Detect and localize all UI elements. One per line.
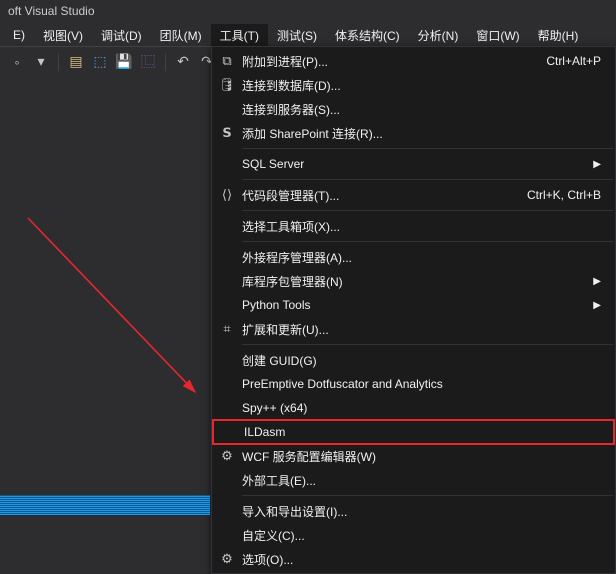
menu-item-2[interactable]: 调试(D) xyxy=(92,24,151,47)
menu-entry-label: 连接到数据库(D)... xyxy=(242,77,601,94)
menu-item-1[interactable]: 视图(V) xyxy=(34,24,92,47)
menu-entry[interactable]: ILDasm xyxy=(212,419,615,445)
menu-item-3[interactable]: 团队(M) xyxy=(151,24,211,47)
menu-entry-label: WCF 服务配置编辑器(W) xyxy=(242,448,601,465)
menu-entry-icon: ⚙ xyxy=(212,551,242,567)
menu-item-6[interactable]: 体系结构(C) xyxy=(326,24,409,47)
menu-entry-label: 连接到服务器(S)... xyxy=(242,101,601,118)
menu-entry-label: PreEmptive Dotfuscator and Analytics xyxy=(242,377,601,391)
menu-entry[interactable]: Spy++ (x64) xyxy=(212,396,615,420)
menu-entry[interactable]: 库程序包管理器(N) ▶ xyxy=(212,269,615,293)
menu-entry[interactable]: 创建 GUID(G) xyxy=(212,348,615,372)
menu-separator xyxy=(242,241,613,242)
menu-entry[interactable]: ⌗扩展和更新(U)... xyxy=(212,317,615,341)
menu-separator xyxy=(242,179,613,180)
menu-item-8[interactable]: 窗口(W) xyxy=(467,24,528,47)
menu-entry[interactable]: 𝗦添加 SharePoint 连接(R)... xyxy=(212,121,615,145)
menu-separator xyxy=(242,148,613,149)
menu-entry[interactable]: 外部工具(E)... xyxy=(212,468,615,492)
menu-entry[interactable]: 外接程序管理器(A)... xyxy=(212,245,615,269)
menu-entry-icon: ⟨⟩ xyxy=(212,187,242,203)
menu-item-5[interactable]: 测试(S) xyxy=(268,24,326,47)
menu-entry-label: Python Tools xyxy=(242,298,585,312)
menu-entry[interactable]: SQL Server ▶ xyxy=(212,152,615,176)
menu-entry[interactable]: 选择工具箱项(X)... xyxy=(212,214,615,238)
menu-entry-label: 创建 GUID(G) xyxy=(242,352,601,369)
menu-separator xyxy=(242,344,613,345)
save-all-button[interactable]: ⿺ xyxy=(137,51,159,73)
menu-entry-label: 选项(O)... xyxy=(242,551,601,568)
menu-bar: E)视图(V)调试(D)团队(M)工具(T)测试(S)体系结构(C)分析(N)窗… xyxy=(0,24,616,46)
open-button[interactable]: ⬚ xyxy=(89,51,111,73)
menu-item-9[interactable]: 帮助(H) xyxy=(529,24,588,47)
menu-entry-label: 外接程序管理器(A)... xyxy=(242,249,601,266)
title-bar: oft Visual Studio xyxy=(0,0,616,24)
menu-entry[interactable]: 🛢连接到数据库(D)... xyxy=(212,73,615,97)
menu-entry-icon: ⧉ xyxy=(212,53,242,69)
nav-back-button[interactable]: ◦ xyxy=(6,51,28,73)
save-button[interactable]: 💾 xyxy=(113,51,135,73)
menu-entry-label: Spy++ (x64) xyxy=(242,401,601,415)
menu-entry-icon: ⌗ xyxy=(212,321,242,337)
menu-entry[interactable]: ⟨⟩代码段管理器(T)... Ctrl+K, Ctrl+B xyxy=(212,183,615,207)
new-button[interactable]: ▤ xyxy=(65,51,87,73)
menu-entry[interactable]: ⧉附加到进程(P)... Ctrl+Alt+P xyxy=(212,49,615,73)
menu-entry-label: 扩展和更新(U)... xyxy=(242,321,601,338)
menu-entry-shortcut: Ctrl+K, Ctrl+B xyxy=(527,188,601,202)
menu-entry-label: 代码段管理器(T)... xyxy=(242,187,503,204)
menu-entry-label: 外部工具(E)... xyxy=(242,472,601,489)
menu-entry-label: 添加 SharePoint 连接(R)... xyxy=(242,125,601,142)
app-title: oft Visual Studio xyxy=(8,4,95,18)
menu-entry[interactable]: ⚙选项(O)... xyxy=(212,547,615,571)
menu-entry-label: 附加到进程(P)... xyxy=(242,53,522,70)
menu-item-7[interactable]: 分析(N) xyxy=(409,24,468,47)
menu-entry-label: 选择工具箱项(X)... xyxy=(242,218,601,235)
menu-entry[interactable]: Python Tools ▶ xyxy=(212,293,615,317)
nav-fwd-button[interactable]: ▾ xyxy=(30,51,52,73)
submenu-arrow-icon: ▶ xyxy=(593,159,601,170)
menu-entry-label: 库程序包管理器(N) xyxy=(242,273,585,290)
menu-entry-label: 导入和导出设置(I)... xyxy=(242,503,601,520)
undo-button[interactable]: ↶ xyxy=(172,51,194,73)
submenu-arrow-icon: ▶ xyxy=(593,276,601,287)
menu-entry[interactable]: PreEmptive Dotfuscator and Analytics xyxy=(212,372,615,396)
menu-entry[interactable]: ⚙WCF 服务配置编辑器(W) xyxy=(212,444,615,468)
menu-entry-label: SQL Server xyxy=(242,157,585,171)
menu-entry-label: ILDasm xyxy=(244,425,599,439)
menu-item-4[interactable]: 工具(T) xyxy=(211,24,268,47)
menu-item-0[interactable]: E) xyxy=(4,25,34,45)
menu-entry-icon: 𝗦 xyxy=(212,125,242,141)
menu-entry-shortcut: Ctrl+Alt+P xyxy=(546,54,601,68)
menu-entry-label: 自定义(C)... xyxy=(242,527,601,544)
menu-entry[interactable]: 导入和导出设置(I)... xyxy=(212,499,615,523)
menu-separator xyxy=(242,210,613,211)
menu-entry-icon: 🛢 xyxy=(212,77,242,93)
menu-entry-icon: ⚙ xyxy=(212,448,242,464)
tools-dropdown: ⧉附加到进程(P)... Ctrl+Alt+P 🛢连接到数据库(D)... 连接到服务… xyxy=(211,46,616,574)
status-strip xyxy=(0,495,210,515)
menu-entry[interactable]: 连接到服务器(S)... xyxy=(212,97,615,121)
menu-separator xyxy=(242,495,613,496)
submenu-arrow-icon: ▶ xyxy=(593,300,601,311)
